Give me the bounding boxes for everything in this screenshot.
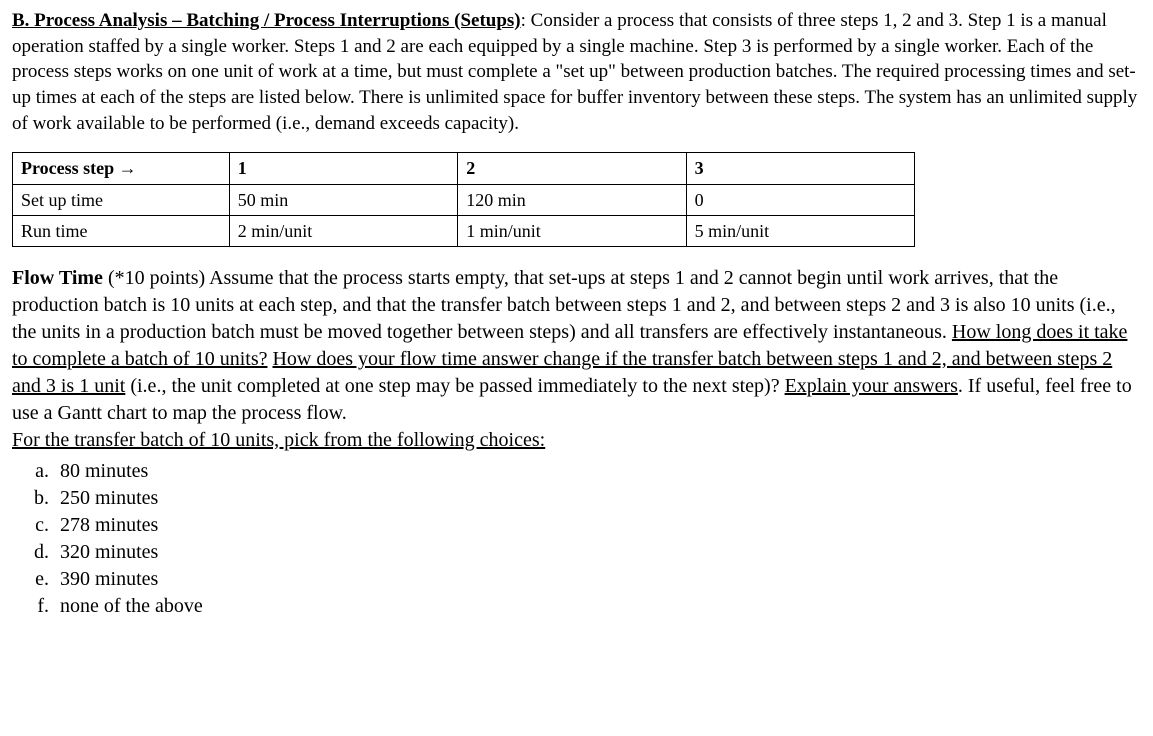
cell-run-3: 5 min/unit <box>686 215 915 246</box>
choices-list: 80 minutes 250 minutes 278 minutes 320 m… <box>12 458 1141 620</box>
section-title: B. Process Analysis – Batching / Process… <box>12 10 521 31</box>
process-table: Process step → 1 2 3 Set up time 50 min … <box>12 152 915 247</box>
choice-e: 390 minutes <box>54 566 1141 593</box>
choices-intro: For the transfer batch of 10 units, pick… <box>12 429 545 451</box>
flow-body2: (i.e., the unit completed at one step ma… <box>125 375 784 397</box>
choice-a: 80 minutes <box>54 458 1141 485</box>
choice-b: 250 minutes <box>54 485 1141 512</box>
cell-run-2: 1 min/unit <box>458 215 686 246</box>
intro-paragraph: B. Process Analysis – Batching / Process… <box>12 8 1141 136</box>
flow-q3: Explain your answers <box>785 375 958 397</box>
table-row: Run time 2 min/unit 1 min/unit 5 min/uni… <box>13 215 915 246</box>
cell-setup-2: 120 min <box>458 184 686 215</box>
col-header-1: 1 <box>229 153 457 184</box>
flow-paragraph: Flow Time (*10 points) Assume that the p… <box>12 265 1141 454</box>
arrow-icon: → <box>119 158 137 178</box>
row-label-run: Run time <box>13 215 230 246</box>
table-header-label-cell: Process step → <box>13 153 230 184</box>
flow-points: (*10 points) <box>103 267 209 289</box>
table-header-label: Process step <box>21 158 114 178</box>
row-label-setup: Set up time <box>13 184 230 215</box>
flow-title: Flow Time <box>12 267 103 289</box>
choice-c: 278 minutes <box>54 512 1141 539</box>
choice-d: 320 minutes <box>54 539 1141 566</box>
title-suffix: : <box>521 10 531 31</box>
col-header-3: 3 <box>686 153 915 184</box>
cell-run-1: 2 min/unit <box>229 215 457 246</box>
cell-setup-1: 50 min <box>229 184 457 215</box>
choice-f: none of the above <box>54 593 1141 620</box>
col-header-2: 2 <box>458 153 686 184</box>
table-header-row: Process step → 1 2 3 <box>13 153 915 184</box>
table-row: Set up time 50 min 120 min 0 <box>13 184 915 215</box>
cell-setup-3: 0 <box>686 184 915 215</box>
